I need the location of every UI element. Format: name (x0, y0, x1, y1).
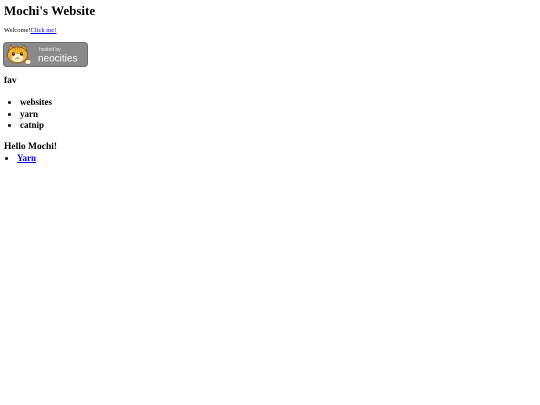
list-item: catnip (20, 120, 52, 132)
list-item: yarn (20, 109, 52, 121)
neocities-hosted-badge[interactable]: hosted by neocities (3, 42, 88, 67)
hello-heading: Hello Mochi! (4, 142, 58, 152)
badge-neocities-text: neocities (38, 54, 77, 65)
click-me-link[interactable]: Click me! (31, 27, 57, 34)
welcome-line: Welcome!Click me! (4, 27, 56, 35)
site-title: Mochi's Website (4, 3, 96, 18)
yarn-link[interactable]: Yarn (17, 153, 36, 163)
page: Mochi's Website Welcome!Click me! hosted… (0, 0, 540, 405)
favorites-list: websites yarn catnip (8, 97, 52, 132)
list-item: websites (20, 97, 52, 109)
nav-list-item: Yarn (17, 153, 36, 164)
neocities-badge-image: hosted by neocities (3, 42, 88, 67)
welcome-text: Welcome! (4, 27, 31, 34)
badge-hosted-by-text: hosted by (39, 47, 61, 53)
nav-list: Yarn (0, 153, 36, 164)
favorites-heading: fav (4, 76, 17, 86)
